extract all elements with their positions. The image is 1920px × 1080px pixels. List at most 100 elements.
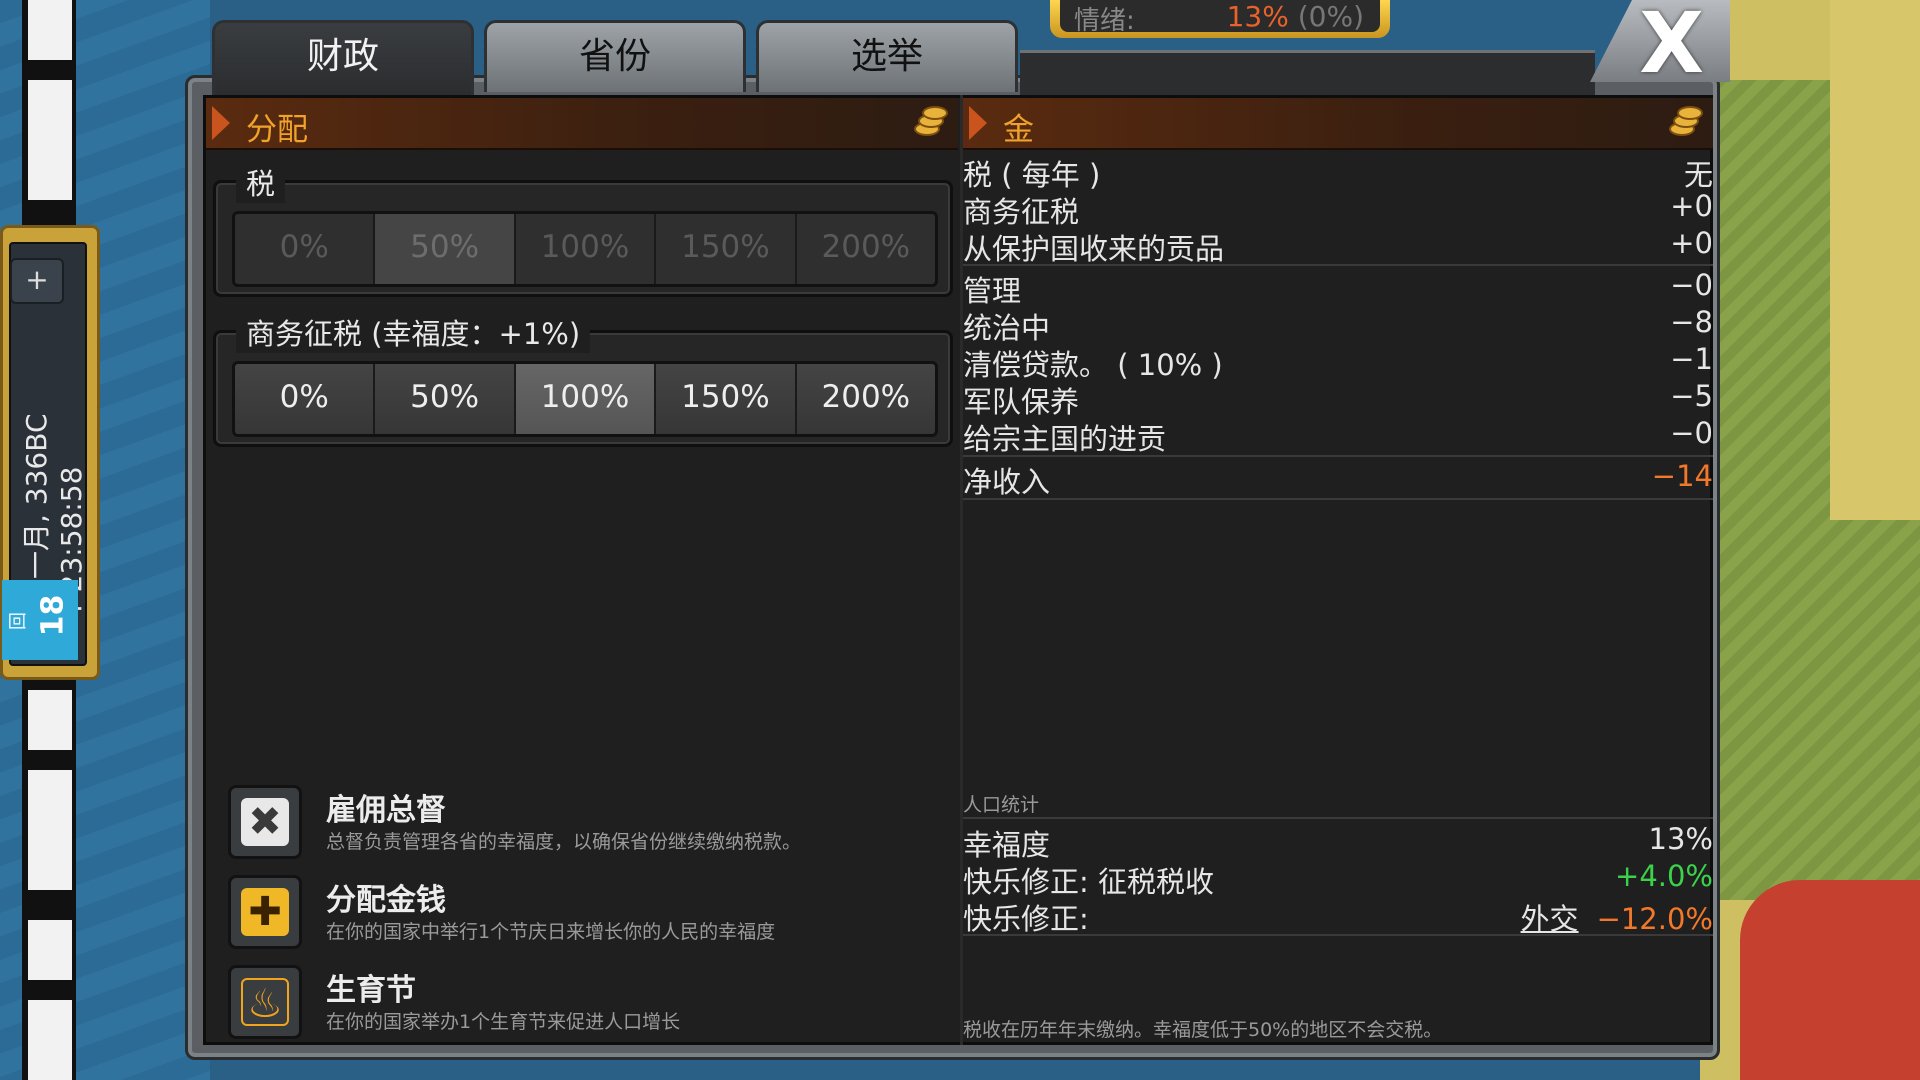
hire-governor-button[interactable]: ✖ bbox=[228, 785, 302, 859]
commerce-option-200[interactable]: 200% bbox=[796, 364, 935, 434]
finance-row: 清偿贷款。 ( 10% ) −1 bbox=[963, 342, 1713, 382]
commerce-tax-label: 商务征税 (幸福度：+1%) bbox=[236, 311, 591, 353]
turn-badge-label: 回 bbox=[8, 612, 29, 630]
tax-group: 税 0% 50% 100% 150% 200% bbox=[213, 161, 953, 297]
allocation-title: 分配 bbox=[246, 112, 308, 148]
distribute-money-action[interactable]: ✚ 分配金钱 在你的国家中举行1个节庆日来增长你的人民的幸福度 bbox=[228, 875, 928, 955]
tax-rate-selector: 0% 50% 100% 150% 200% bbox=[232, 211, 938, 287]
happiness-mod-diplomacy-label: 快乐修正: bbox=[963, 902, 1089, 936]
finance-row-value: −5 bbox=[1670, 379, 1713, 413]
distribute-money-desc: 在你的国家中举行1个节庆日来增长你的人民的幸福度 bbox=[326, 921, 776, 943]
game-date: 十一月, 336BC bbox=[20, 413, 53, 607]
population-stats-title: 人口统计 bbox=[963, 794, 1040, 816]
happiness-mod-tax-row: 快乐修正: 征税税收 +4.0% bbox=[963, 859, 1713, 899]
happiness-label: 幸福度 bbox=[963, 828, 1051, 862]
finance-row: 给宗主国的进贡 −0 bbox=[963, 416, 1713, 456]
finance-row-label: 管理 bbox=[963, 274, 1022, 308]
happiness-value: 13% bbox=[1648, 822, 1713, 856]
finance-row-value: −8 bbox=[1670, 305, 1713, 339]
hire-governor-desc: 总督负责管理各省的幸福度，以确保省份继续缴纳税款。 bbox=[326, 831, 802, 853]
commerce-tax-selector: 0% 50% 100% 150% 200% bbox=[232, 361, 938, 437]
tab-finance[interactable]: 财政 bbox=[212, 20, 474, 98]
tax-option-0: 0% bbox=[235, 214, 376, 284]
finance-row-value: +0 bbox=[1670, 226, 1713, 260]
distribute-money-button[interactable]: ✚ bbox=[228, 875, 302, 949]
diplomacy-link[interactable]: 外交 bbox=[1521, 902, 1579, 936]
commerce-tax-group: 商务征税 (幸福度：+1%) 0% 50% 100% 150% 200% bbox=[213, 311, 953, 447]
turn-badge[interactable]: 回 18 bbox=[2, 580, 78, 660]
fire-icon: ♨ bbox=[241, 978, 289, 1027]
turn-count: 18 bbox=[35, 594, 71, 637]
happiness-mod-diplomacy-row: 快乐修正: 外交 −12.0% bbox=[963, 896, 1713, 936]
finance-row: 商务征税 +0 bbox=[963, 189, 1713, 229]
finance-row: 从保护国收来的贡品 +0 bbox=[963, 226, 1713, 266]
gold-header: 金 bbox=[963, 98, 1713, 150]
game-time: T-23:58:58 bbox=[55, 466, 88, 617]
tax-option-100: 100% bbox=[515, 214, 657, 284]
net-income-row: 净收入 −14 bbox=[963, 459, 1713, 499]
happiness-row: 幸福度 13% bbox=[963, 822, 1713, 862]
row-divider bbox=[963, 817, 1713, 819]
happiness-mod-tax-value: +4.0% bbox=[1615, 859, 1713, 893]
finance-row: 管理 −0 bbox=[963, 268, 1713, 308]
distribute-money-title: 分配金钱 bbox=[326, 883, 446, 918]
commerce-option-150[interactable]: 150% bbox=[656, 364, 797, 434]
happiness-mod-tax-label: 快乐修正: 征税税收 bbox=[963, 865, 1214, 899]
row-divider bbox=[963, 498, 1713, 500]
tax-group-label: 税 bbox=[236, 161, 286, 203]
finance-row-label: 军队保养 bbox=[963, 385, 1080, 419]
finance-row-value: −0 bbox=[1670, 268, 1713, 302]
tab-strip bbox=[1020, 50, 1595, 95]
finance-row-label: 税 ( 每年 ) bbox=[963, 158, 1101, 192]
happiness-mod-diplomacy-value: −12.0% bbox=[1596, 902, 1713, 936]
plus-icon: ✚ bbox=[241, 888, 289, 936]
tab-provinces[interactable]: 省份 bbox=[484, 20, 746, 92]
gold-title: 金 bbox=[1003, 112, 1034, 148]
allocation-header: 分配 bbox=[206, 98, 958, 150]
map-enemy-territory bbox=[1740, 880, 1920, 1080]
commerce-option-50[interactable]: 50% bbox=[375, 364, 516, 434]
commerce-option-100[interactable]: 100% bbox=[515, 364, 657, 434]
tax-option-200: 200% bbox=[796, 214, 935, 284]
finance-row: 税 ( 每年 ) 无 bbox=[963, 152, 1713, 192]
happiness-mod-diplomacy-value-wrap: 外交 −12.0% bbox=[1521, 896, 1713, 938]
close-button[interactable]: X bbox=[1590, 0, 1730, 82]
fertility-festival-action[interactable]: ♨ 生育节 在你的国家举办1个生育节来促进人口增长 bbox=[228, 965, 928, 1045]
net-income-label: 净收入 bbox=[963, 465, 1051, 499]
fertility-festival-button[interactable]: ♨ bbox=[228, 965, 302, 1039]
net-income-value: −14 bbox=[1651, 459, 1713, 493]
gold-coins-icon bbox=[1667, 106, 1703, 138]
fertility-festival-title: 生育节 bbox=[326, 973, 416, 1008]
commerce-option-0[interactable]: 0% bbox=[235, 364, 376, 434]
finance-row-value: +0 bbox=[1670, 189, 1713, 223]
section-arrow-icon bbox=[212, 106, 230, 140]
finance-row-value: −1 bbox=[1670, 342, 1713, 376]
tax-footnote: 税收在历年年末缴纳。幸福度低于50%的地区不会交税。 bbox=[963, 1019, 1443, 1041]
hire-governor-title: 雇佣总督 bbox=[326, 793, 446, 828]
tax-option-50: 50% bbox=[375, 214, 516, 284]
finance-row-value: 无 bbox=[1683, 158, 1713, 192]
map-land-right[interactable] bbox=[1700, 0, 1920, 1080]
row-divider bbox=[963, 455, 1713, 457]
fertility-festival-desc: 在你的国家举办1个生育节来促进人口增长 bbox=[326, 1011, 681, 1033]
finance-row: 军队保养 −5 bbox=[963, 379, 1713, 419]
finance-row-label: 商务征税 bbox=[963, 195, 1080, 229]
cancel-x-icon: ✖ bbox=[241, 798, 289, 846]
tax-option-150: 150% bbox=[656, 214, 797, 284]
section-arrow-icon bbox=[969, 106, 987, 140]
row-divider bbox=[963, 934, 1713, 936]
finance-row-label: 清偿贷款。 ( 10% ) bbox=[963, 348, 1223, 382]
hire-governor-action[interactable]: ✖ 雇佣总督 总督负责管理各省的幸福度，以确保省份继续缴纳税款。 bbox=[228, 785, 928, 865]
map-desert bbox=[1830, 0, 1920, 520]
sentiment-delta: (0%) bbox=[1297, 0, 1364, 33]
sentiment-inner: 情绪: 13% (0%) bbox=[1060, 0, 1380, 36]
tab-elections[interactable]: 选举 bbox=[756, 20, 1018, 92]
finance-row-label: 从保护国收来的贡品 bbox=[963, 232, 1225, 266]
finance-row-label: 统治中 bbox=[963, 311, 1051, 345]
sentiment-value: 13% (0%) bbox=[1227, 0, 1364, 33]
finance-row-value: −0 bbox=[1670, 416, 1713, 450]
sentiment-bar: 情绪: 13% (0%) bbox=[1050, 0, 1390, 38]
row-divider bbox=[963, 264, 1713, 266]
speed-plus-button[interactable]: + bbox=[10, 258, 64, 304]
finance-row-label: 给宗主国的进贡 bbox=[963, 422, 1167, 456]
